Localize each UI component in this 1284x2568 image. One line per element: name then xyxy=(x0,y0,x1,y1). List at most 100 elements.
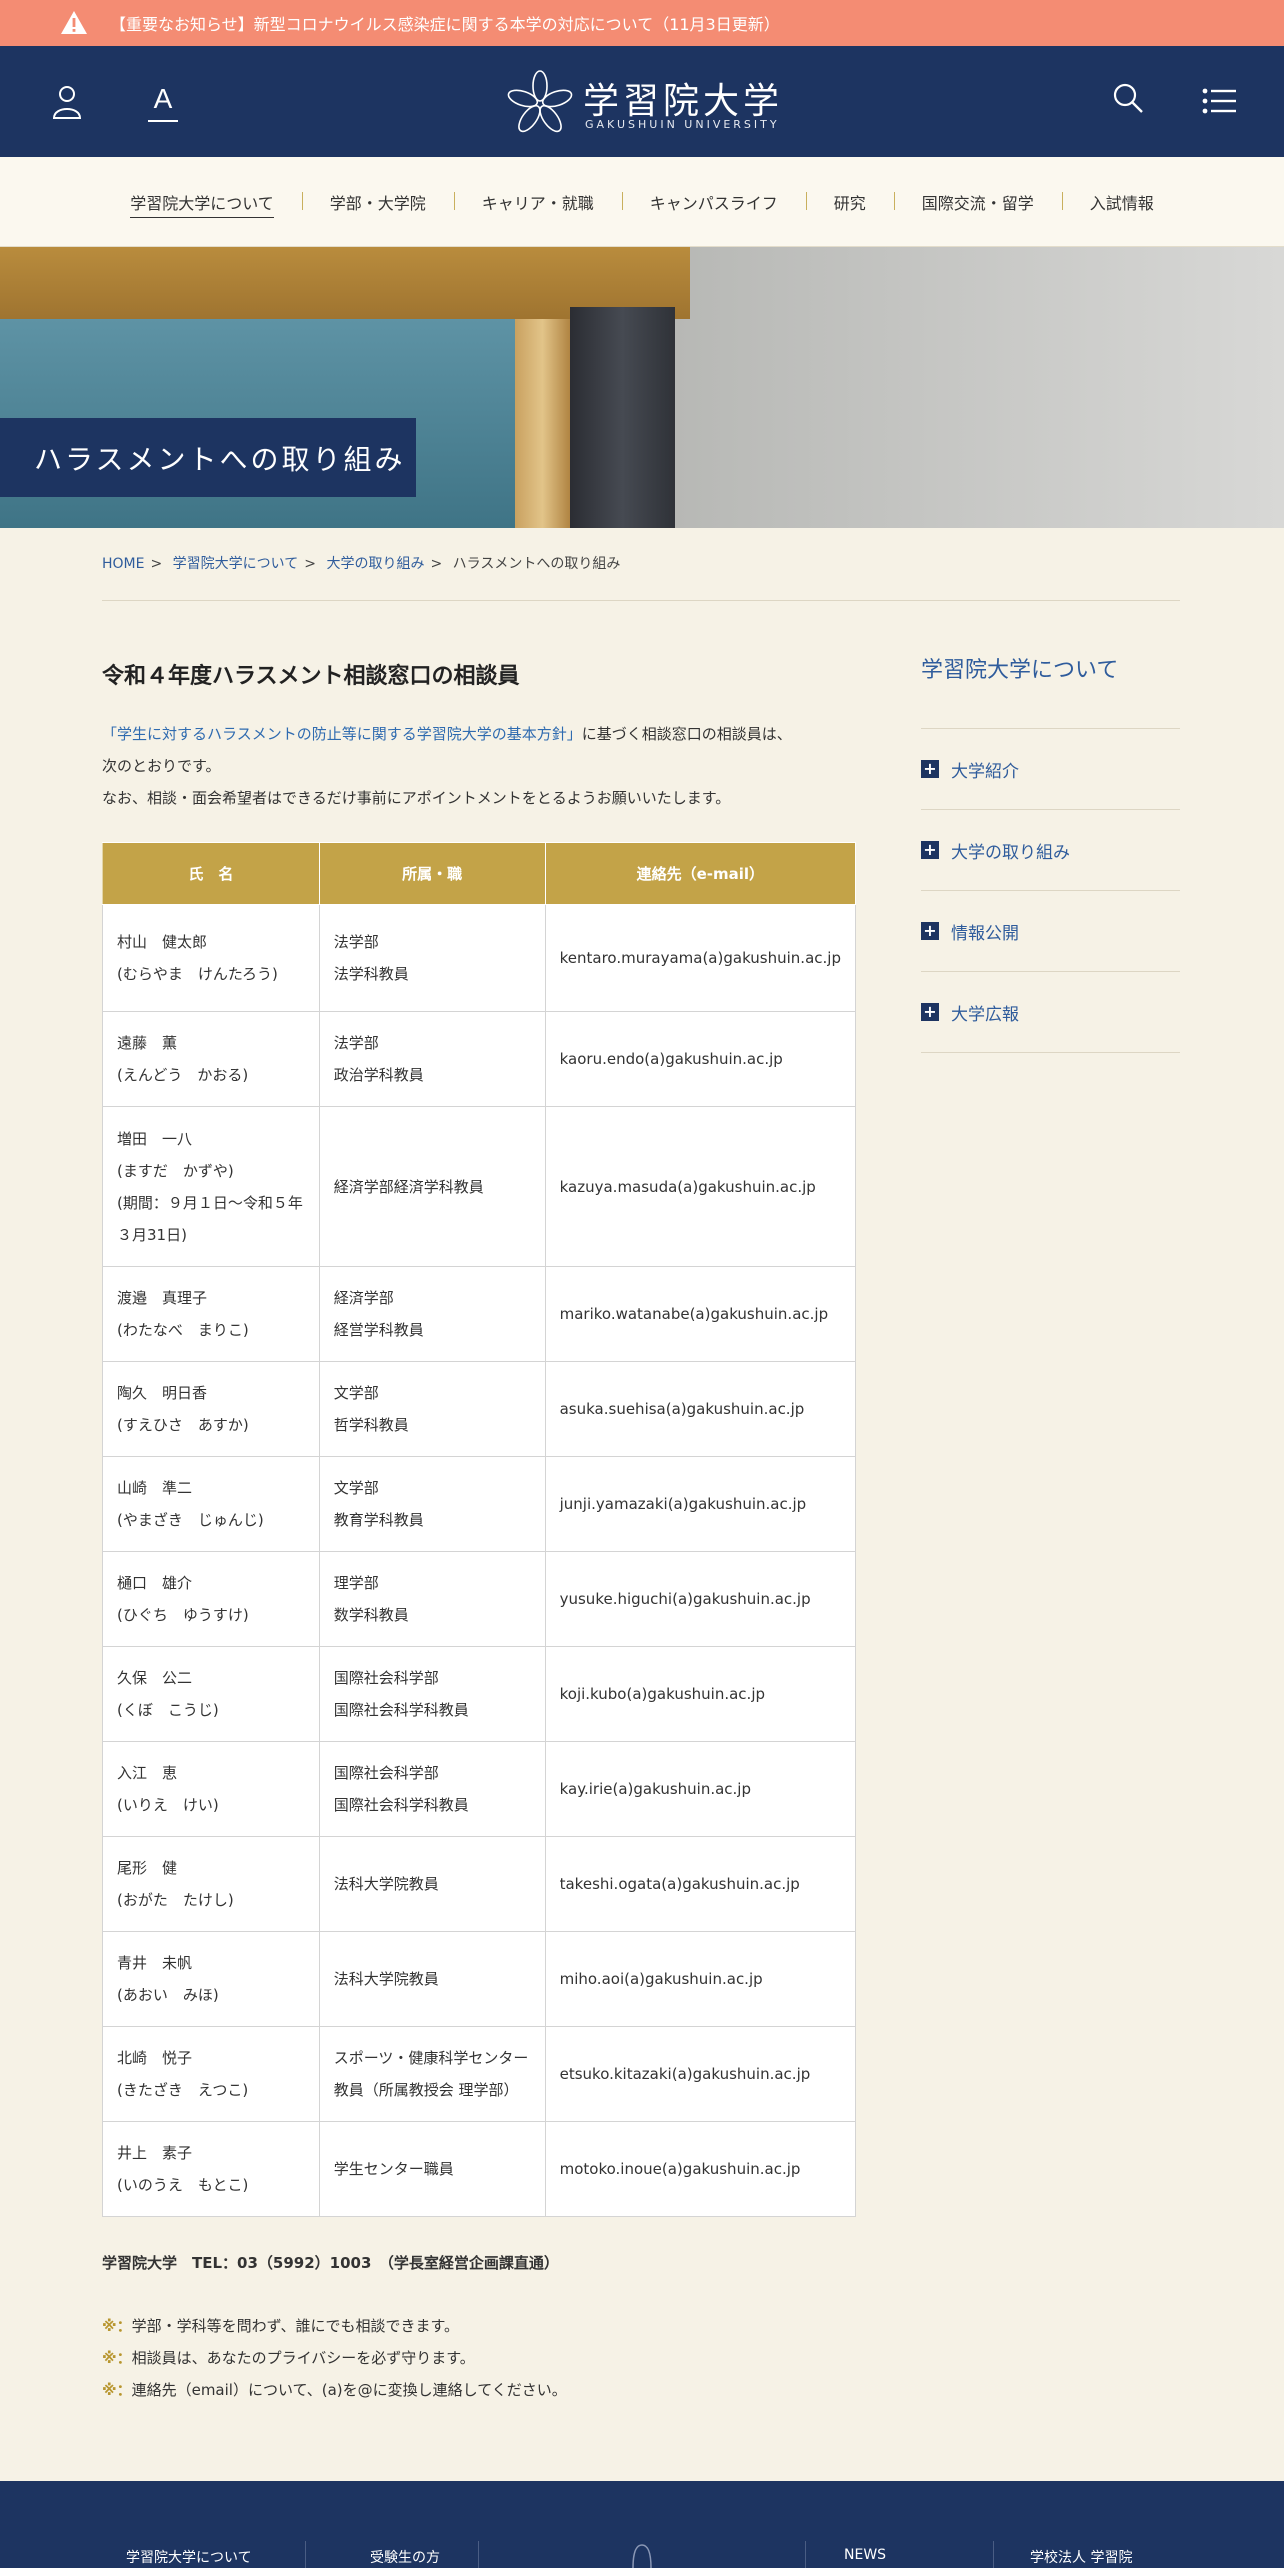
alert-text[interactable]: 【重要なお知らせ】新型コロナウイルス感染症に関する本学の対応について（11月3日… xyxy=(110,11,780,35)
table-row: 青井 未帆 (あおい みほ) 法科大学院教員 miho.aoi(a)gakushuin… xyxy=(102,1931,857,2027)
table-row: 村山 健太郎 (むらやま けんたろう) 法学部 法学科教員 kentaro.muraya… xyxy=(102,904,857,1012)
dept-line: 経済学部経済学科教員 xyxy=(333,1177,484,1196)
cell-email: koji.kubo(a)gakushuin.ac.jp xyxy=(544,1646,857,1742)
menu-list-icon[interactable] xyxy=(1202,86,1236,116)
name-line: (えんどう かおる) xyxy=(117,1066,249,1084)
email-user: mariko.watanabe xyxy=(559,1305,690,1323)
alert-bar[interactable]: 【重要なお知らせ】新型コロナウイルス感染症に関する本学の対応について（11月3日… xyxy=(0,0,1284,46)
email-user: kentaro.murayama xyxy=(559,949,703,967)
table-row: 久保 公二 (くぼ こうじ) 国際社会科学部 国際社会科学科教員 koji.kubo(a… xyxy=(102,1646,857,1742)
dept-line: 経営学科教員 xyxy=(333,1321,424,1339)
name-line: (あおい みほ) xyxy=(117,1986,219,2004)
header-email: 連絡先（e-mail） xyxy=(544,842,857,905)
email-domain: gakushuin.ac.jp xyxy=(698,1177,816,1196)
email-domain: gakushuin.ac.jp xyxy=(682,2160,801,2178)
name-line: (すえひさ あすか) xyxy=(117,1416,249,1434)
cell-email: miho.aoi(a)gakushuin.ac.jp xyxy=(544,1931,857,2027)
gnav-campus-life[interactable]: キャンパスライフ xyxy=(621,190,806,214)
breadcrumb-about[interactable]: 学習院大学について xyxy=(173,556,299,572)
dept-line: 教員（所属教授会 理学部） xyxy=(333,2081,519,2099)
cell-name: 増田 一八 (ますだ かずや) (期間：９月１日～令和５年 ３月31日) xyxy=(102,1106,320,1267)
contact-tel: 学習院大学 TEL：03（5992）1003 （学長室経営企画課直通） xyxy=(102,2254,559,2272)
footer-link-news[interactable]: NEWS xyxy=(844,2547,886,2563)
table-row: 遠藤 薫 (えんどう かおる) 法学部政治学科教員 kaoru.endo(a)gaku… xyxy=(102,1011,857,1107)
table-row: 尾形 健 (おがた たけし) 法科大学院教員 takeshi.ogata(a)gaku… xyxy=(102,1836,857,1932)
name-line: 山崎 準二 xyxy=(117,1479,193,1497)
email-user: yusuke.higuchi xyxy=(559,1590,673,1608)
breadcrumb-initiatives[interactable]: 大学の取り組み xyxy=(326,556,424,572)
dept-line: 国際社会科学科教員 xyxy=(333,1701,469,1719)
cell-name: 北崎 悦子 (きたざき えつこ) xyxy=(102,2026,320,2122)
university-logo[interactable]: 学習院大学 GAKUSHUIN UNIVERSITY xyxy=(505,68,785,138)
search-icon[interactable] xyxy=(1112,82,1144,114)
email-user: takeshi.ogata xyxy=(559,1875,662,1893)
sidebar-title[interactable]: 学習院大学について xyxy=(921,650,1180,729)
sidebar: 学習院大学について + 大学紹介 + 大学の取り組み + 情報公開 + 大学広報 xyxy=(921,650,1180,1053)
main-content: 令和４年度ハラスメント相談窓口の相談員 「学生に対するハラスメントの防止等に関す… xyxy=(102,658,856,814)
note-item: ※：学部・学科等を問わず、誰にでも相談できます。 xyxy=(102,2317,460,2335)
cell-email: motoko.inoue(a)gakushuin.ac.jp xyxy=(544,2121,857,2217)
name-line: (おがた たけし) xyxy=(117,1891,234,1909)
email-at: (a) xyxy=(672,1590,693,1608)
cell-email: kentaro.murayama(a)gakushuin.ac.jp xyxy=(544,904,857,1012)
gnav-admissions[interactable]: 入試情報 xyxy=(1061,190,1182,214)
policy-link[interactable]: 「学生に対するハラスメントの防止等に関する学習院大学の基本方針」 xyxy=(102,725,582,743)
sidebar-item-initiatives[interactable]: + 大学の取り組み xyxy=(921,810,1180,891)
dept-line: 法学部 xyxy=(333,1034,379,1052)
cell-dept: スポーツ・健康科学センター 教員（所属教授会 理学部） xyxy=(318,2026,546,2122)
dept-line: 理学部 xyxy=(333,1574,379,1592)
page-title: ハラスメントへの取り組み xyxy=(0,418,416,497)
name-line: 青井 未帆 xyxy=(117,1954,193,1972)
dept-line: 政治学科教員 xyxy=(333,1066,424,1084)
email-domain: gakushuin.ac.jp xyxy=(665,1050,783,1068)
plus-icon: + xyxy=(921,760,939,778)
email-at: (a) xyxy=(667,1495,689,1513)
breadcrumb-home[interactable]: HOME xyxy=(102,556,144,572)
dept-line: 教育学科教員 xyxy=(333,1511,424,1529)
cell-name: 井上 素子 (いのうえ もとこ) xyxy=(102,2121,320,2217)
gnav-career[interactable]: キャリア・就職 xyxy=(453,190,622,214)
user-icon[interactable] xyxy=(52,84,82,120)
section-heading: 令和４年度ハラスメント相談窓口の相談員 xyxy=(102,664,520,689)
table-row: 樋口 雄介 (ひぐち ゆうすけ) 理学部 数学科教員 yusuke.higuchi(a)… xyxy=(102,1551,857,1647)
cell-email: etsuko.kitazaki(a)gakushuin.ac.jp xyxy=(544,2026,857,2122)
gnav-research[interactable]: 研究 xyxy=(805,190,894,214)
table-row: 北崎 悦子 (きたざき えつこ) スポーツ・健康科学センター 教員（所属教授会 理学部… xyxy=(102,2026,857,2122)
cell-dept: 文学部 哲学科教員 xyxy=(318,1361,546,1457)
email-user: kaoru.endo xyxy=(559,1050,645,1068)
cell-email: kay.irie(a)gakushuin.ac.jp xyxy=(544,1741,857,1837)
name-line: 遠藤 薫 xyxy=(117,1034,178,1052)
gnav-faculties[interactable]: 学部・大学院 xyxy=(301,190,454,214)
footer-link-corporation[interactable]: 学校法人 学習院 xyxy=(1030,2547,1132,2567)
email-domain: gakushuin.ac.jp xyxy=(647,1685,766,1703)
email-user: kay.irie xyxy=(559,1780,613,1798)
footer-link-about[interactable]: 学習院大学について xyxy=(126,2547,252,2567)
name-line: (ますだ かずや) xyxy=(117,1161,234,1180)
sidebar-item-disclosure[interactable]: + 情報公開 xyxy=(921,891,1180,972)
name-line: 入江 恵 xyxy=(117,1764,178,1782)
sidebar-item-pr[interactable]: + 大学広報 xyxy=(921,972,1180,1053)
email-user: motoko.inoue xyxy=(559,2160,662,2178)
email-user: junji.yamazaki xyxy=(559,1495,668,1513)
footer-link-applicants[interactable]: 受験生の方 xyxy=(370,2547,440,2567)
name-line: (むらやま けんたろう) xyxy=(117,965,278,983)
sidebar-item-intro[interactable]: + 大学紹介 xyxy=(921,729,1180,810)
divider xyxy=(102,600,1180,601)
gnav-about[interactable]: 学習院大学について xyxy=(102,190,302,218)
dept-line: 国際社会科学科教員 xyxy=(333,1796,469,1814)
email-at: (a) xyxy=(702,949,724,967)
font-size-icon[interactable]: A xyxy=(148,82,178,122)
dept-line: スポーツ・健康科学センター xyxy=(333,2049,529,2067)
email-at: (a) xyxy=(624,1970,646,1988)
name-line: ３月31日) xyxy=(117,1225,187,1244)
gnav-international[interactable]: 国際交流・留学 xyxy=(893,190,1062,214)
email-domain: gakushuin.ac.jp xyxy=(645,1970,763,1988)
cell-dept: 学生センター職員 xyxy=(318,2121,546,2217)
dept-line: 経済学部 xyxy=(333,1289,394,1307)
email-user: etsuko.kitazaki xyxy=(559,2065,672,2083)
footer-divider xyxy=(478,2541,479,2568)
cell-name: 遠藤 薫 (えんどう かおる) xyxy=(102,1011,320,1107)
email-at: (a) xyxy=(644,1050,666,1068)
footer-divider xyxy=(805,2541,806,2568)
name-line: 井上 素子 xyxy=(117,2144,193,2162)
